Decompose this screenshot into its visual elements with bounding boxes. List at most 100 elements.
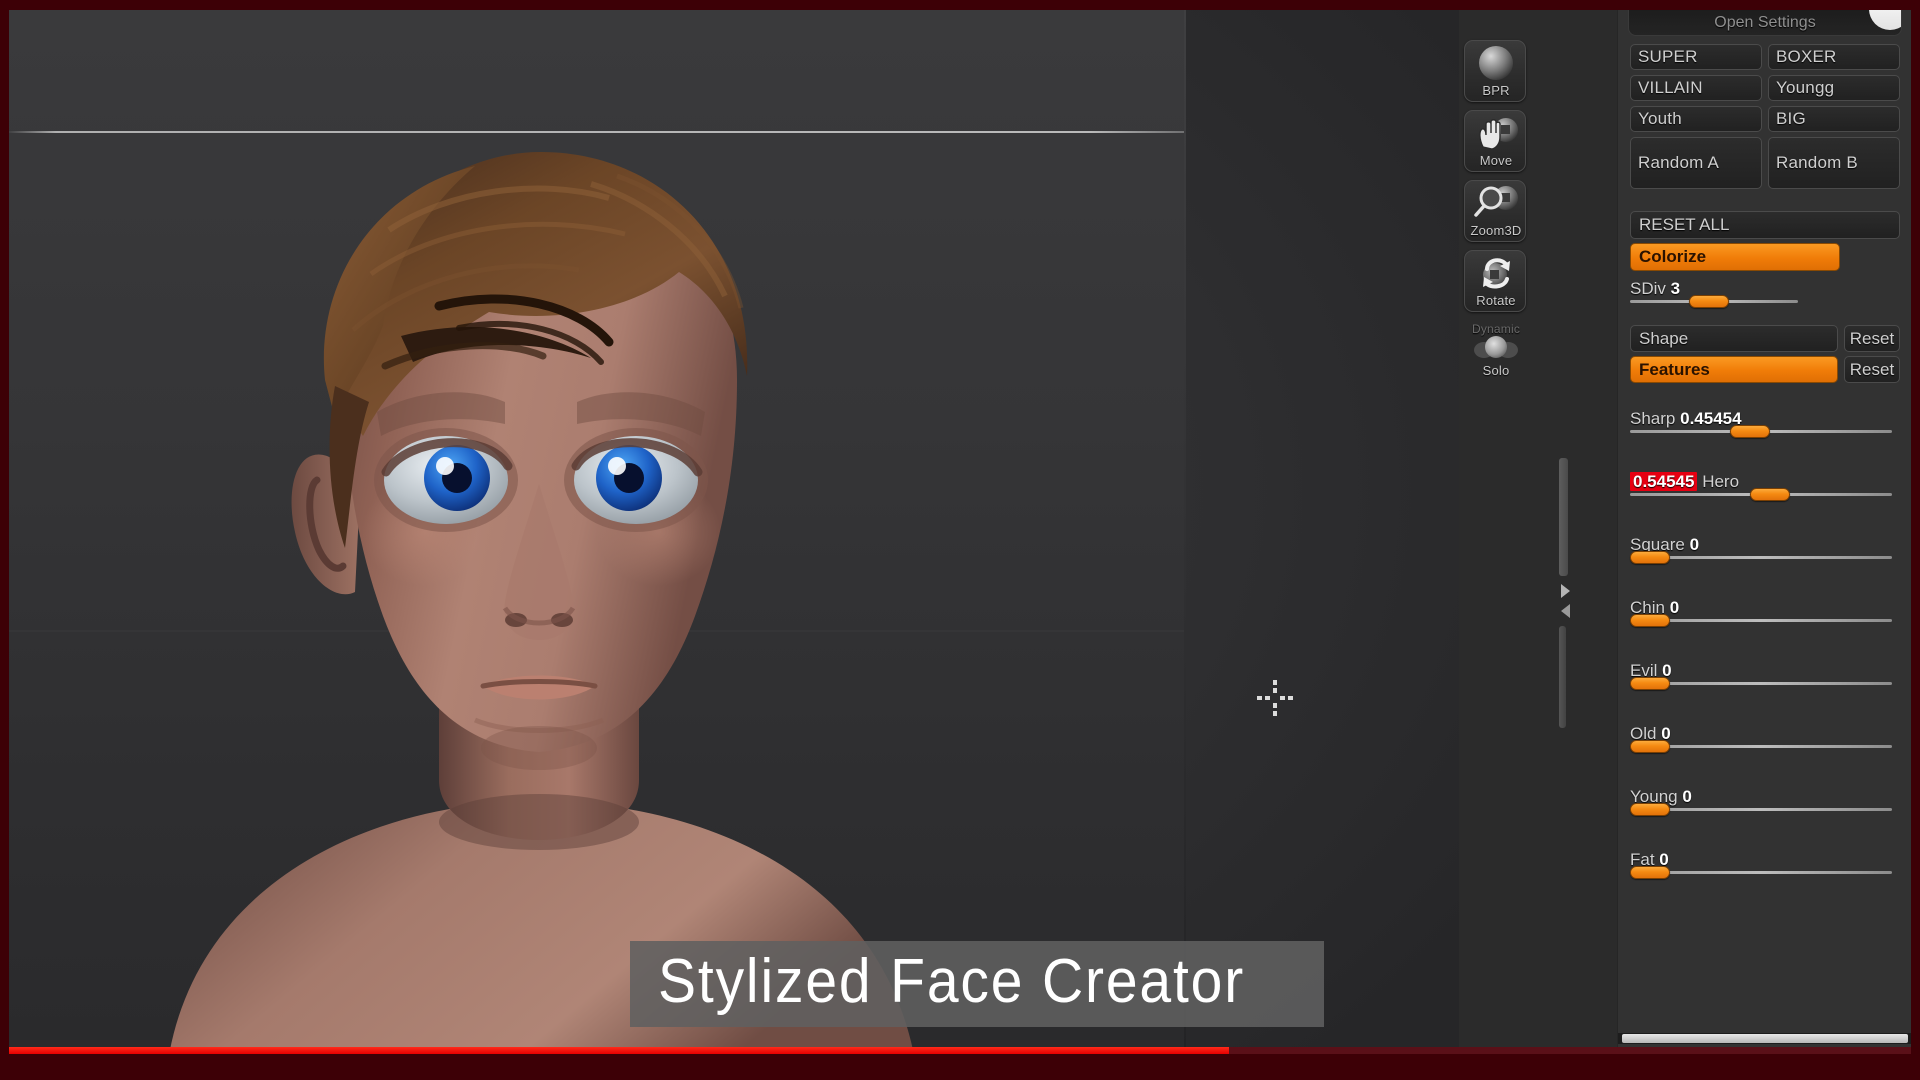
slider-track-hero[interactable] (1630, 488, 1892, 501)
rotate-button-label: Rotate (1476, 293, 1516, 308)
slider-chin[interactable]: Chin 0 (1630, 598, 1900, 627)
slider-young[interactable]: Young 0 (1630, 787, 1900, 816)
shape-label: Shape (1639, 328, 1689, 348)
slider-value: 0 (1669, 598, 1680, 617)
slider-label-chin: Chin 0 (1630, 598, 1900, 618)
sdiv-slider-label: SDiv 3 (1630, 279, 1900, 299)
slider-track-young[interactable] (1630, 803, 1892, 816)
sdiv-name: SDiv (1630, 279, 1666, 298)
sdiv-knob[interactable] (1689, 295, 1729, 308)
face-creator-panel: Open Settings SUPER BOXER VILLAIN Youngg… (1617, 10, 1911, 1052)
settings-indicator-dot[interactable] (1869, 10, 1901, 30)
slider-hero[interactable]: 0.54545 Hero (1630, 472, 1900, 501)
features-label: Features (1639, 359, 1710, 379)
slider-old[interactable]: Old 0 (1630, 724, 1900, 753)
slider-track-evil[interactable] (1630, 677, 1892, 690)
preset-label: SUPER (1638, 47, 1698, 66)
slider-label-square: Square 0 (1630, 535, 1900, 555)
slider-knob-hero[interactable] (1750, 488, 1790, 501)
slider-track-chin[interactable] (1630, 614, 1892, 627)
shape-tab[interactable]: Shape (1630, 325, 1838, 352)
preset-label: BOXER (1776, 47, 1837, 66)
features-reset-label: Reset (1849, 359, 1895, 379)
viewport-scrollbar[interactable] (1559, 458, 1570, 728)
colorize-toggle[interactable]: Colorize (1630, 243, 1840, 271)
preset-button-villain[interactable]: VILLAIN (1630, 75, 1762, 101)
slider-fat[interactable]: Fat 0 (1630, 850, 1900, 879)
panel-horizontal-scrollbar[interactable] (1618, 1033, 1911, 1044)
sdiv-track[interactable] (1630, 295, 1798, 308)
preset-button-youth[interactable]: Youth (1630, 106, 1762, 132)
slider-knob-chin[interactable] (1630, 614, 1670, 627)
sdiv-slider[interactable]: SDiv 3 (1630, 279, 1900, 308)
solo-button-label: Solo (1482, 363, 1510, 378)
zbrush-application: BPR Move Zoom3D Rotate Dynamic Solo Open… (9, 10, 1911, 1052)
preset-button-big[interactable]: BIG (1768, 106, 1900, 132)
open-settings-button[interactable]: Open Settings (1628, 10, 1902, 36)
move-button-label: Move (1479, 153, 1513, 168)
slider-track-old[interactable] (1630, 740, 1892, 753)
slider-sharp[interactable]: Sharp 0.45454 (1630, 409, 1900, 438)
sdiv-value: 3 (1670, 279, 1681, 298)
viewport-toolbar: BPR Move Zoom3D Rotate Dynamic Solo (1464, 40, 1534, 390)
sculpted-head-model[interactable] (139, 80, 939, 1052)
move-button[interactable]: Move (1464, 110, 1526, 172)
frame-border-right (1911, 0, 1920, 1080)
slider-track-square[interactable] (1630, 551, 1892, 564)
feature-slider-list: Sharp 0.45454 0.54545 Hero Square 0 Chin 0 E… (1626, 409, 1904, 879)
zoom3d-button-label: Zoom3D (1470, 223, 1522, 238)
preset-label: VILLAIN (1638, 78, 1703, 97)
zoom3d-magnifier-icon (1465, 183, 1525, 223)
preset-label: BIG (1776, 109, 1806, 128)
frame-border-top (0, 0, 1920, 10)
preset-button-boxer[interactable]: BOXER (1768, 44, 1900, 70)
reset-all-label: RESET ALL (1639, 215, 1730, 234)
viewport-scrollbar-thumb-upper[interactable] (1559, 458, 1568, 576)
title-banner: Stylized Face Creator (630, 941, 1325, 1027)
slider-name: Hero (1702, 472, 1740, 491)
crosshair-cursor-icon (1253, 676, 1297, 720)
playback-progress-bar[interactable] (9, 1047, 1911, 1054)
zoom3d-button[interactable]: Zoom3D (1464, 180, 1526, 242)
slider-label-old: Old 0 (1630, 724, 1900, 744)
preset-button-super[interactable]: SUPER (1630, 44, 1762, 70)
random-label: Random A (1638, 153, 1719, 172)
bpr-render-sphere-icon (1465, 43, 1525, 83)
dynamic-solo-spheres-icon (1465, 333, 1525, 363)
slider-label-young: Young 0 (1630, 787, 1900, 807)
shape-reset-label: Reset (1849, 328, 1895, 348)
reset-all-button[interactable]: RESET ALL (1630, 211, 1900, 239)
random-a-button[interactable]: Random A (1630, 137, 1762, 189)
slider-knob-evil[interactable] (1630, 677, 1670, 690)
features-row: Features Reset (1630, 356, 1900, 383)
slider-knob-square[interactable] (1630, 551, 1670, 564)
slider-square[interactable]: Square 0 (1630, 535, 1900, 564)
slider-track-fat[interactable] (1630, 866, 1892, 879)
slider-knob-old[interactable] (1630, 740, 1670, 753)
panel-divider-2 (1626, 303, 1904, 325)
frame-border-bottom (0, 1052, 1920, 1080)
viewport-scrollbar-arrows-icon[interactable] (1556, 578, 1574, 624)
preset-button-youngg[interactable]: Youngg (1768, 75, 1900, 101)
shape-reset-button[interactable]: Reset (1844, 325, 1900, 352)
random-b-button[interactable]: Random B (1768, 137, 1900, 189)
random-label: Random B (1776, 153, 1858, 172)
canvas-right-edge (1184, 10, 1186, 1052)
viewport-scrollbar-thumb-lower[interactable] (1559, 626, 1566, 728)
playback-progress-knob[interactable] (1226, 1047, 1230, 1054)
panel-horizontal-scrollbar-thumb[interactable] (1622, 1034, 1908, 1043)
slider-evil[interactable]: Evil 0 (1630, 661, 1900, 690)
features-reset-button[interactable]: Reset (1844, 356, 1900, 383)
slider-knob-young[interactable] (1630, 803, 1670, 816)
features-tab[interactable]: Features (1630, 356, 1838, 383)
open-settings-label: Open Settings (1714, 13, 1816, 31)
viewport-3d[interactable]: BPR Move Zoom3D Rotate Dynamic Solo (9, 10, 1570, 1052)
slider-track-sharp[interactable] (1630, 425, 1892, 438)
slider-knob-fat[interactable] (1630, 866, 1670, 879)
solo-button[interactable]: Dynamic Solo (1464, 320, 1526, 382)
panel-divider-1 (1626, 189, 1904, 211)
rotate-button[interactable]: Rotate (1464, 250, 1526, 312)
slider-knob-sharp[interactable] (1730, 425, 1770, 438)
rotate-arrows-icon (1465, 253, 1525, 293)
bpr-button[interactable]: BPR (1464, 40, 1526, 102)
